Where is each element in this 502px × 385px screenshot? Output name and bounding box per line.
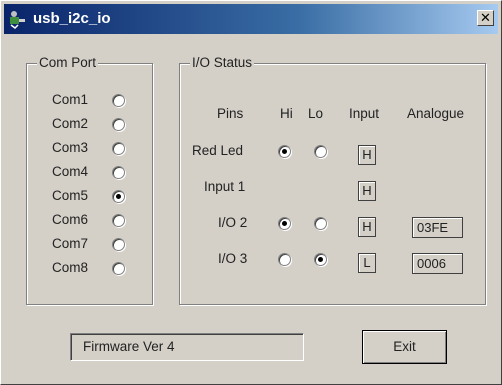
lo-header: Lo bbox=[308, 106, 324, 121]
close-icon: ✕ bbox=[480, 10, 491, 25]
com-port-group-label: Com Port bbox=[37, 55, 99, 70]
com8-radio[interactable] bbox=[112, 262, 125, 275]
io2-hi-radio[interactable] bbox=[278, 217, 291, 230]
io3-hi-radio[interactable] bbox=[278, 253, 291, 266]
red-led-lo-radio[interactable] bbox=[314, 145, 327, 158]
io2-label: I/O 2 bbox=[218, 215, 248, 230]
io-status-group-label: I/O Status bbox=[190, 55, 255, 70]
com7-label: Com7 bbox=[52, 236, 89, 251]
io3-lo-radio[interactable] bbox=[314, 253, 327, 266]
title-bar[interactable]: usb_i2c_io ✕ bbox=[4, 4, 498, 34]
com5-label: Com5 bbox=[52, 188, 89, 203]
exit-button[interactable]: Exit bbox=[362, 330, 447, 364]
io3-analogue-value: 0006 bbox=[412, 253, 463, 274]
io2-analogue-value: 03FE bbox=[412, 217, 463, 238]
analogue-header: Analogue bbox=[407, 106, 465, 121]
pins-header: Pins bbox=[217, 106, 244, 121]
com2-radio[interactable] bbox=[112, 118, 125, 131]
io2-lo-radio[interactable] bbox=[314, 217, 327, 230]
red-led-hi-radio[interactable] bbox=[278, 145, 291, 158]
com2-label: Com2 bbox=[52, 116, 89, 131]
close-button[interactable]: ✕ bbox=[477, 10, 494, 26]
com6-label: Com6 bbox=[52, 212, 89, 227]
usb-app-icon bbox=[10, 11, 25, 29]
input-header: Input bbox=[349, 106, 380, 121]
input1-input-indicator: H bbox=[358, 181, 376, 201]
red-led-label: Red Led bbox=[192, 143, 244, 158]
com3-radio[interactable] bbox=[112, 142, 125, 155]
com1-radio[interactable] bbox=[112, 94, 125, 107]
com3-label: Com3 bbox=[52, 140, 89, 155]
firmware-version-field: Firmware Ver 4 bbox=[70, 333, 304, 361]
io2-input-indicator: H bbox=[358, 217, 376, 237]
com7-radio[interactable] bbox=[112, 238, 125, 251]
com6-radio[interactable] bbox=[112, 214, 125, 227]
com8-label: Com8 bbox=[52, 260, 89, 275]
com-port-group: Com Port Com1 Com2 Com3 Com4 Com5 Com6 C… bbox=[26, 55, 153, 305]
io3-label: I/O 3 bbox=[218, 251, 248, 266]
com4-label: Com4 bbox=[52, 164, 89, 179]
io3-input-indicator: L bbox=[358, 253, 376, 273]
hi-header: Hi bbox=[280, 106, 293, 121]
com1-label: Com1 bbox=[52, 92, 89, 107]
window-title: usb_i2c_io bbox=[33, 10, 111, 27]
red-led-input-indicator: H bbox=[358, 145, 376, 165]
io-status-group: I/O Status Pins Hi Lo Input Analogue Red… bbox=[179, 55, 486, 305]
main-window: usb_i2c_io ✕ Com Port Com1 Com2 Com3 Com… bbox=[0, 0, 502, 385]
input1-label: Input 1 bbox=[204, 179, 246, 194]
com4-radio[interactable] bbox=[112, 166, 125, 179]
com5-radio[interactable] bbox=[112, 190, 125, 203]
